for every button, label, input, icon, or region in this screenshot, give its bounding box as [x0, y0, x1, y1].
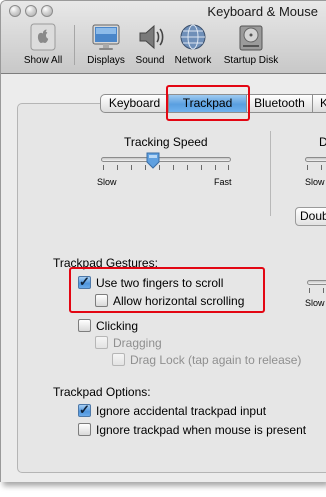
zoom-button[interactable]: [41, 5, 53, 17]
tracking-speed-min-label: Slow: [97, 177, 117, 187]
checkbox-box[interactable]: ✓: [78, 402, 91, 417]
drag-lock-checkbox[interactable]: Drag Lock (tap again to release): [112, 352, 301, 367]
checkbox-label: Drag Lock (tap again to release): [130, 352, 302, 367]
hard-disk-icon: [239, 25, 263, 51]
toolbar-separator: [74, 25, 75, 65]
window-title: Keyboard & Mouse: [207, 4, 318, 19]
apple-icon: [30, 23, 56, 51]
tab-keyboard[interactable]: Keyboard: [100, 94, 169, 113]
third-slider-track[interactable]: [307, 280, 326, 285]
double-click-popup[interactable]: Doub: [295, 207, 326, 226]
checkbox-label: Dragging: [113, 335, 162, 350]
preferences-window: Keyboard & Mouse Show All Displays Sound…: [0, 0, 326, 482]
minimize-button[interactable]: [25, 5, 37, 17]
toolbar-sound[interactable]: Sound: [132, 21, 168, 69]
clicking-checkbox[interactable]: Clicking: [78, 318, 138, 333]
title-bar: Keyboard & Mouse Show All Displays Sound…: [1, 1, 326, 74]
tracking-speed-ticks: [101, 165, 231, 171]
checkbox-box[interactable]: [78, 319, 91, 332]
toolbar-show-all[interactable]: Show All: [21, 21, 65, 69]
trackpad-tab-highlight: [166, 85, 250, 121]
close-button[interactable]: [9, 5, 21, 17]
toolbar-startup-disk[interactable]: Startup Disk: [219, 21, 283, 69]
tracking-speed-thumb[interactable]: [146, 152, 160, 169]
double-click-speed-min-label: Slow: [305, 177, 325, 187]
checkmark-icon: ✓: [79, 402, 90, 417]
toolbar-label: Startup Disk: [223, 55, 279, 66]
checkbox-box[interactable]: [95, 336, 108, 349]
ignore-accidental-input-checkbox[interactable]: ✓ Ignore accidental trackpad input: [78, 402, 267, 418]
toolbar-label: Sound: [135, 55, 165, 66]
third-slider-min-label: Slow: [305, 298, 325, 308]
toolbar-label: Show All: [23, 55, 63, 66]
checkbox-label: Clicking: [96, 318, 139, 333]
tracking-speed-max-label: Fast: [214, 177, 232, 187]
toolbar-label: Displays: [87, 55, 125, 66]
checkbox-box[interactable]: [112, 353, 125, 366]
tracking-speed-label: Tracking Speed: [124, 135, 208, 149]
tab-bluetooth[interactable]: Bluetooth: [247, 94, 313, 113]
double-click-speed-ticks: [305, 165, 326, 171]
panel-divider: [270, 131, 271, 216]
toolbar-label: Network: [174, 55, 212, 66]
double-click-speed-track[interactable]: [305, 157, 326, 162]
ignore-trackpad-when-mouse-checkbox[interactable]: Ignore trackpad when mouse is present: [78, 422, 306, 437]
checkbox-label: Ignore trackpad when mouse is present: [96, 422, 307, 437]
checkbox-box[interactable]: [78, 423, 91, 436]
double-click-speed-label: D: [319, 135, 326, 149]
speaker-icon: [139, 24, 164, 50]
toolbar-displays[interactable]: Displays: [84, 21, 128, 69]
scroll-options-highlight: [69, 267, 265, 313]
globe-icon: [180, 24, 206, 50]
display-icon: [92, 24, 120, 50]
options-heading: Trackpad Options:: [53, 385, 151, 399]
tracking-speed-track[interactable]: [101, 157, 231, 162]
third-slider-ticks: [307, 288, 326, 294]
toolbar-network[interactable]: Network: [171, 21, 215, 69]
tab-keyboard-shortcuts[interactable]: K: [313, 94, 326, 113]
checkbox-label: Ignore accidental trackpad input: [96, 403, 267, 418]
dragging-checkbox[interactable]: Dragging: [95, 335, 162, 350]
